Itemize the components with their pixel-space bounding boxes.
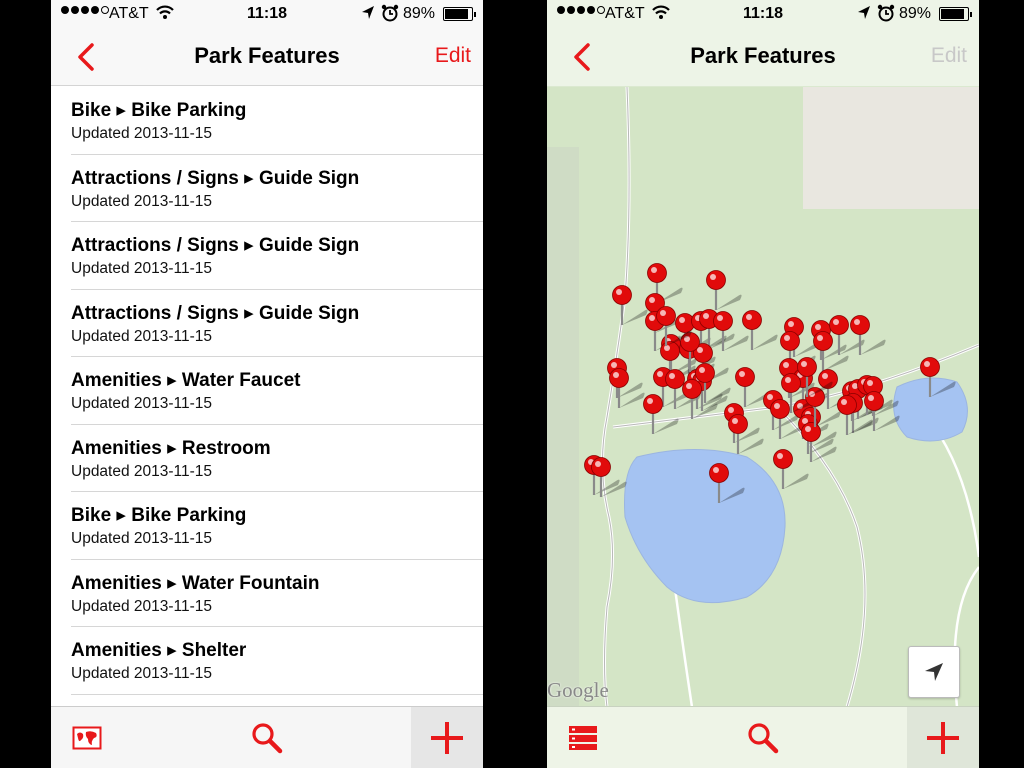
list-item-title: Bike ▸ Bike Parking <box>71 505 247 526</box>
location-services-icon <box>362 6 374 19</box>
battery-percent: 89% <box>403 5 436 22</box>
add-button[interactable] <box>411 707 483 768</box>
list-item-title: Amenities ▸ Water Faucet <box>71 370 301 391</box>
search-button[interactable] <box>239 707 295 768</box>
map-view-button[interactable] <box>59 707 115 768</box>
list-item[interactable]: Attractions / Signs ▸ Guide Sign Updated … <box>71 290 483 357</box>
back-chevron-icon[interactable] <box>73 42 99 72</box>
bottom-toolbar <box>547 706 979 768</box>
list-item[interactable]: Amenities ▸ Water Faucet Updated 2013-11-… <box>71 357 483 425</box>
alarm-icon <box>381 4 399 22</box>
list-item-subtitle: Updated 2013-11-15 <box>71 192 213 210</box>
list-icon <box>569 726 597 750</box>
list-item-title: Attractions / Signs ▸ Guide Sign <box>71 235 360 256</box>
list-item-subtitle: Updated 2013-11-15 <box>71 327 213 345</box>
search-icon <box>748 723 779 754</box>
list-item-subtitle: Updated 2013-11-15 <box>71 395 213 412</box>
edit-button: Edit <box>930 44 967 67</box>
list-item-subtitle: Updated 2013-11-15 <box>71 530 213 547</box>
list-screen: AT&T 11:18 89% Park Features Edit Bike ▸… <box>51 0 483 768</box>
search-icon <box>252 723 283 754</box>
current-location-button[interactable] <box>908 646 960 698</box>
page-title: Park Features <box>690 43 836 68</box>
page-title: Park Features <box>194 43 340 68</box>
feature-list[interactable]: Bike ▸ Bike Parking Updated 2013-11-15 Att… <box>51 87 483 707</box>
edit-button[interactable]: Edit <box>435 44 471 68</box>
list-item[interactable]: Bike ▸ Bike Parking Updated 2013-11-15 <box>71 87 483 155</box>
battery-icon <box>939 7 972 21</box>
battery-icon <box>443 7 476 21</box>
alarm-icon <box>877 4 895 22</box>
list-item[interactable]: Amenities ▸ Shelter Updated 2013-11-15 <box>71 627 483 695</box>
nav-bar: Park Features Edit <box>547 28 979 86</box>
list-item-title: Amenities ▸ Water Fountain <box>71 572 320 594</box>
google-attribution: Google <box>547 678 609 702</box>
list-item[interactable]: Amenities ▸ Water Fountain Updated 2013-1… <box>71 560 483 627</box>
nav-bar: Park Features Edit <box>51 28 483 86</box>
map-canvas[interactable] <box>547 87 979 707</box>
map-screen: AT&T 11:18 89% Park Features Edit Google <box>547 0 979 768</box>
list-item[interactable]: Attractions / Signs ▸ Guide Sign Updated … <box>71 222 483 290</box>
list-item-subtitle: Updated 2013-11-15 <box>71 260 213 277</box>
bottom-toolbar <box>51 706 483 768</box>
list-item-title: Amenities ▸ Restroom <box>71 437 271 459</box>
list-item[interactable]: Amenities ▸ Restroom Updated 2013-11-15 <box>71 425 483 492</box>
list-item-title: Amenities ▸ Shelter <box>71 640 247 661</box>
list-item-subtitle: Updated 2013-11-15 <box>71 125 213 142</box>
list-view-button[interactable] <box>555 707 611 768</box>
map-strip <box>547 147 579 707</box>
map-building <box>803 87 979 209</box>
map-view[interactable] <box>547 87 979 707</box>
list-item-subtitle: Updated 2013-11-15 <box>71 665 213 682</box>
status-bar: AT&T 11:18 89% <box>547 0 979 28</box>
search-button[interactable] <box>735 707 791 768</box>
list-item-subtitle: Updated 2013-11-15 <box>71 462 213 480</box>
list-item-subtitle: Updated 2013-11-15 <box>71 597 213 615</box>
list-item[interactable]: Attractions / Signs ▸ Guide Sign Updated … <box>71 155 483 222</box>
map-icon <box>72 726 102 750</box>
battery-percent: 89% <box>899 5 932 22</box>
list-item-title: Bike ▸ Bike Parking <box>71 100 247 121</box>
add-button[interactable] <box>907 707 979 768</box>
status-bar: AT&T 11:18 89% <box>51 0 483 28</box>
back-chevron-icon[interactable] <box>569 42 595 72</box>
location-arrow-icon <box>925 663 943 681</box>
list-item[interactable]: Bike ▸ Bike Parking Updated 2013-11-15 <box>71 492 483 560</box>
add-icon <box>927 722 959 754</box>
list-item-title: Attractions / Signs ▸ Guide Sign <box>71 302 360 324</box>
list-item-title: Attractions / Signs ▸ Guide Sign <box>71 167 360 189</box>
add-icon <box>431 722 463 754</box>
location-services-icon <box>858 6 870 19</box>
